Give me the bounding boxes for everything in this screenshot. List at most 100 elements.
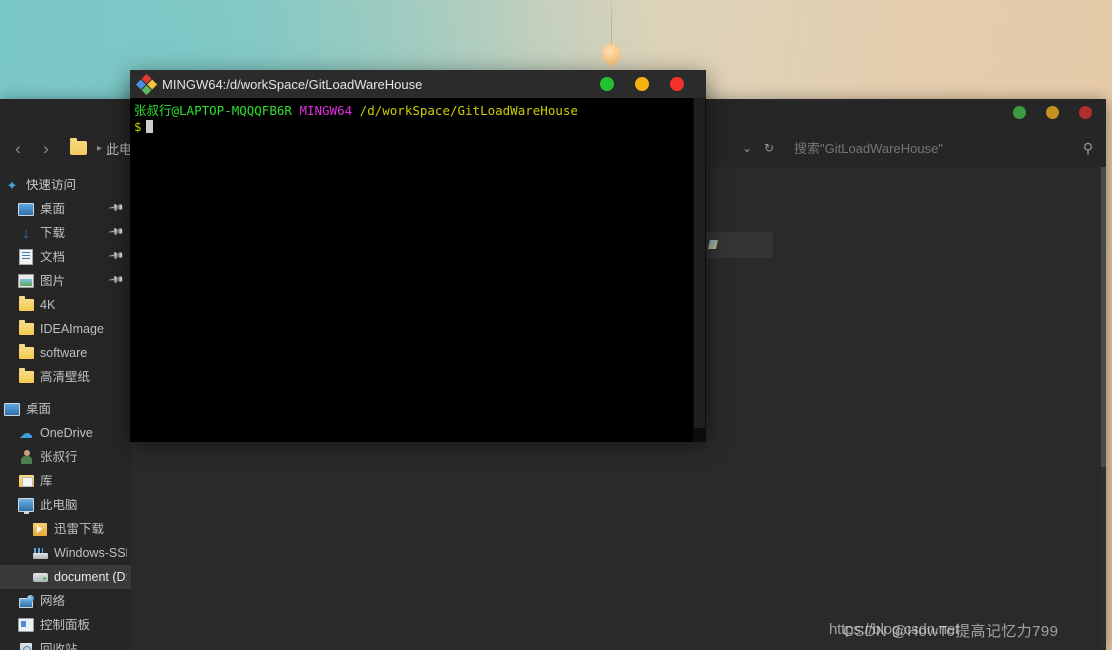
sidebar-item-label: document (D:) xyxy=(54,570,127,584)
folder-icon xyxy=(18,296,34,313)
prompt-space-2 xyxy=(352,103,360,118)
terminal-cursor xyxy=(145,120,153,133)
forward-icon[interactable]: › xyxy=(32,134,60,162)
monitor-icon-glyph xyxy=(4,402,20,416)
terminal-input-line[interactable]: $ xyxy=(134,119,706,135)
sidebar-item-item[interactable]: 回收站 xyxy=(0,637,131,650)
sidebar-item-software[interactable]: software xyxy=(0,341,131,365)
sidebar-item-label: 快速访问 xyxy=(26,178,77,192)
sidebar-item-label: 控制面板 xyxy=(40,618,91,632)
user-icon-glyph xyxy=(20,450,33,464)
terminal-title: MINGW64:/d/workSpace/GitLoadWareHouse xyxy=(162,76,423,92)
prompt-dollar: $ xyxy=(134,119,142,134)
library-icon xyxy=(18,473,34,489)
sidebar-item-label: 桌面 xyxy=(26,402,52,416)
folder-icon-glyph xyxy=(18,320,34,335)
drive-icon-glyph xyxy=(32,572,48,582)
sidebar-item-item[interactable]: 库 xyxy=(0,469,131,493)
explorer-minimize-button[interactable] xyxy=(1013,106,1026,119)
folder-icon-glyph xyxy=(18,344,34,359)
prompt-user-host: 张叔行@LAPTOP-MQQQFB6R xyxy=(134,103,292,118)
terminal-close-button[interactable] xyxy=(670,77,684,91)
monitor-icon xyxy=(18,201,34,217)
sidebar-item-item[interactable]: 迅雷下载 xyxy=(0,517,131,541)
ssd-drive-icon-glyph xyxy=(32,547,48,559)
terminal-maximize-button[interactable] xyxy=(635,77,649,91)
user-icon xyxy=(18,449,34,465)
terminal-minimize-button[interactable] xyxy=(600,77,614,91)
git-bash-terminal-window: MINGW64:/d/workSpace/GitLoadWareHouse 张叔… xyxy=(130,70,706,442)
sidebar-item-onedrive[interactable]: ☁ OneDrive xyxy=(0,421,131,445)
sidebar-item-item[interactable]: ↓ 下载 📌 xyxy=(0,221,131,245)
sidebar-item-label: 下载 xyxy=(40,226,66,240)
search-input[interactable] xyxy=(780,139,1076,157)
document-icon-glyph xyxy=(19,249,33,265)
explorer-window-controls xyxy=(1013,106,1092,119)
terminal-titlebar[interactable]: MINGW64:/d/workSpace/GitLoadWareHouse xyxy=(130,70,706,98)
terminal-scrollbar-thumb[interactable] xyxy=(694,98,705,428)
sidebar-item-item[interactable]: 张叔行 xyxy=(0,445,131,469)
breadcrumb-folder-icon[interactable] xyxy=(70,138,87,155)
file-list-item[interactable] xyxy=(705,232,773,258)
explorer-close-button[interactable] xyxy=(1079,106,1092,119)
sidebar-group-spacer xyxy=(0,389,131,397)
sidebar-item-4k[interactable]: 4K xyxy=(0,293,131,317)
pin-icon[interactable]: 📌 xyxy=(107,224,124,240)
monitor-icon xyxy=(4,401,20,417)
sidebar-item-document-d[interactable]: document (D:) xyxy=(0,565,131,589)
search-box[interactable]: ⚲ xyxy=(780,135,1100,161)
folder-icon xyxy=(18,320,34,337)
folder-icon xyxy=(18,344,34,361)
folder-icon-glyph xyxy=(18,368,34,383)
sidebar-item-item[interactable]: 文档 📌 xyxy=(0,245,131,269)
terminal-window-controls xyxy=(600,77,684,91)
sidebar-item-item[interactable]: 桌面 xyxy=(0,397,131,421)
sidebar-item-ideaimage[interactable]: IDEAImage xyxy=(0,317,131,341)
control-panel-icon xyxy=(18,617,34,633)
sidebar-item-label: Windows-SSD xyxy=(54,546,127,560)
pin-icon[interactable]: 📌 xyxy=(107,272,124,288)
pin-icon[interactable]: 📌 xyxy=(107,200,124,216)
search-icon[interactable]: ⚲ xyxy=(1076,140,1100,157)
explorer-sidebar: ✦ 快速访问 桌面 📌 ↓ 下载 📌 文档 📌 图片 📌 4K IDEAImage software 高清壁… xyxy=(0,167,131,650)
sidebar-item-item[interactable]: 桌面 📌 xyxy=(0,197,131,221)
star-icon: ✦ xyxy=(4,177,20,193)
sidebar-item-label: 桌面 xyxy=(40,202,66,216)
file-type-icon xyxy=(708,240,718,249)
sidebar-item-label: 高清壁纸 xyxy=(40,370,91,384)
control-panel-icon-glyph xyxy=(18,618,34,632)
pin-icon[interactable]: 📌 xyxy=(107,248,124,264)
download-icon: ↓ xyxy=(18,225,34,241)
sidebar-item-label: OneDrive xyxy=(40,426,93,440)
hanging-bulb-ornament-icon xyxy=(603,44,620,65)
content-scrollbar[interactable] xyxy=(1101,167,1106,650)
explorer-maximize-button[interactable] xyxy=(1046,106,1059,119)
breadcrumb-separator-icon[interactable]: ▸ xyxy=(97,143,102,154)
sidebar-item-label: 库 xyxy=(40,474,53,488)
sidebar-item-label: 4K xyxy=(40,298,56,312)
this-pc-icon-glyph xyxy=(18,498,34,514)
sidebar-item-item[interactable]: 此电脑 xyxy=(0,493,131,517)
recycle-bin-icon xyxy=(18,641,34,650)
terminal-output-area[interactable]: 张叔行@LAPTOP-MQQQFB6R MINGW64 /d/workSpace… xyxy=(130,98,706,442)
sidebar-item-windows-ssd[interactable]: Windows-SSD xyxy=(0,541,131,565)
terminal-prompt-line: 张叔行@LAPTOP-MQQQFB6R MINGW64 /d/workSpace… xyxy=(134,103,706,119)
breadcrumb[interactable]: 此电 xyxy=(106,139,132,158)
screen-root: ‹ › ▸ 此电 ⌄ ↻ ⚲ ✦ 快速访问桌面 📌 ↓ 下载 📌 文档 📌 图片 📌 4K IDEAI… xyxy=(0,0,1112,650)
sidebar-item-label: 迅雷下载 xyxy=(54,522,105,536)
sidebar-item-item[interactable]: 控制面板 xyxy=(0,613,131,637)
library-icon-glyph xyxy=(18,475,34,487)
folder-icon xyxy=(18,368,34,385)
sidebar-item-label: 回收站 xyxy=(40,642,78,650)
content-scrollbar-thumb[interactable] xyxy=(1101,167,1106,467)
sidebar-item-item[interactable]: 网络 xyxy=(0,589,131,613)
sidebar-item-item[interactable]: 高清壁纸 xyxy=(0,365,131,389)
back-icon[interactable]: ‹ xyxy=(4,134,32,162)
chevron-down-icon[interactable]: ⌄ xyxy=(736,136,758,160)
sidebar-item-item[interactable]: 图片 📌 xyxy=(0,269,131,293)
sidebar-group-group[interactable]: ✦ 快速访问 xyxy=(0,173,131,197)
refresh-icon[interactable]: ↻ xyxy=(758,136,780,160)
folder-icon-glyph xyxy=(18,296,34,311)
terminal-scrollbar[interactable] xyxy=(693,98,706,442)
star-icon-glyph: ✦ xyxy=(6,177,18,193)
